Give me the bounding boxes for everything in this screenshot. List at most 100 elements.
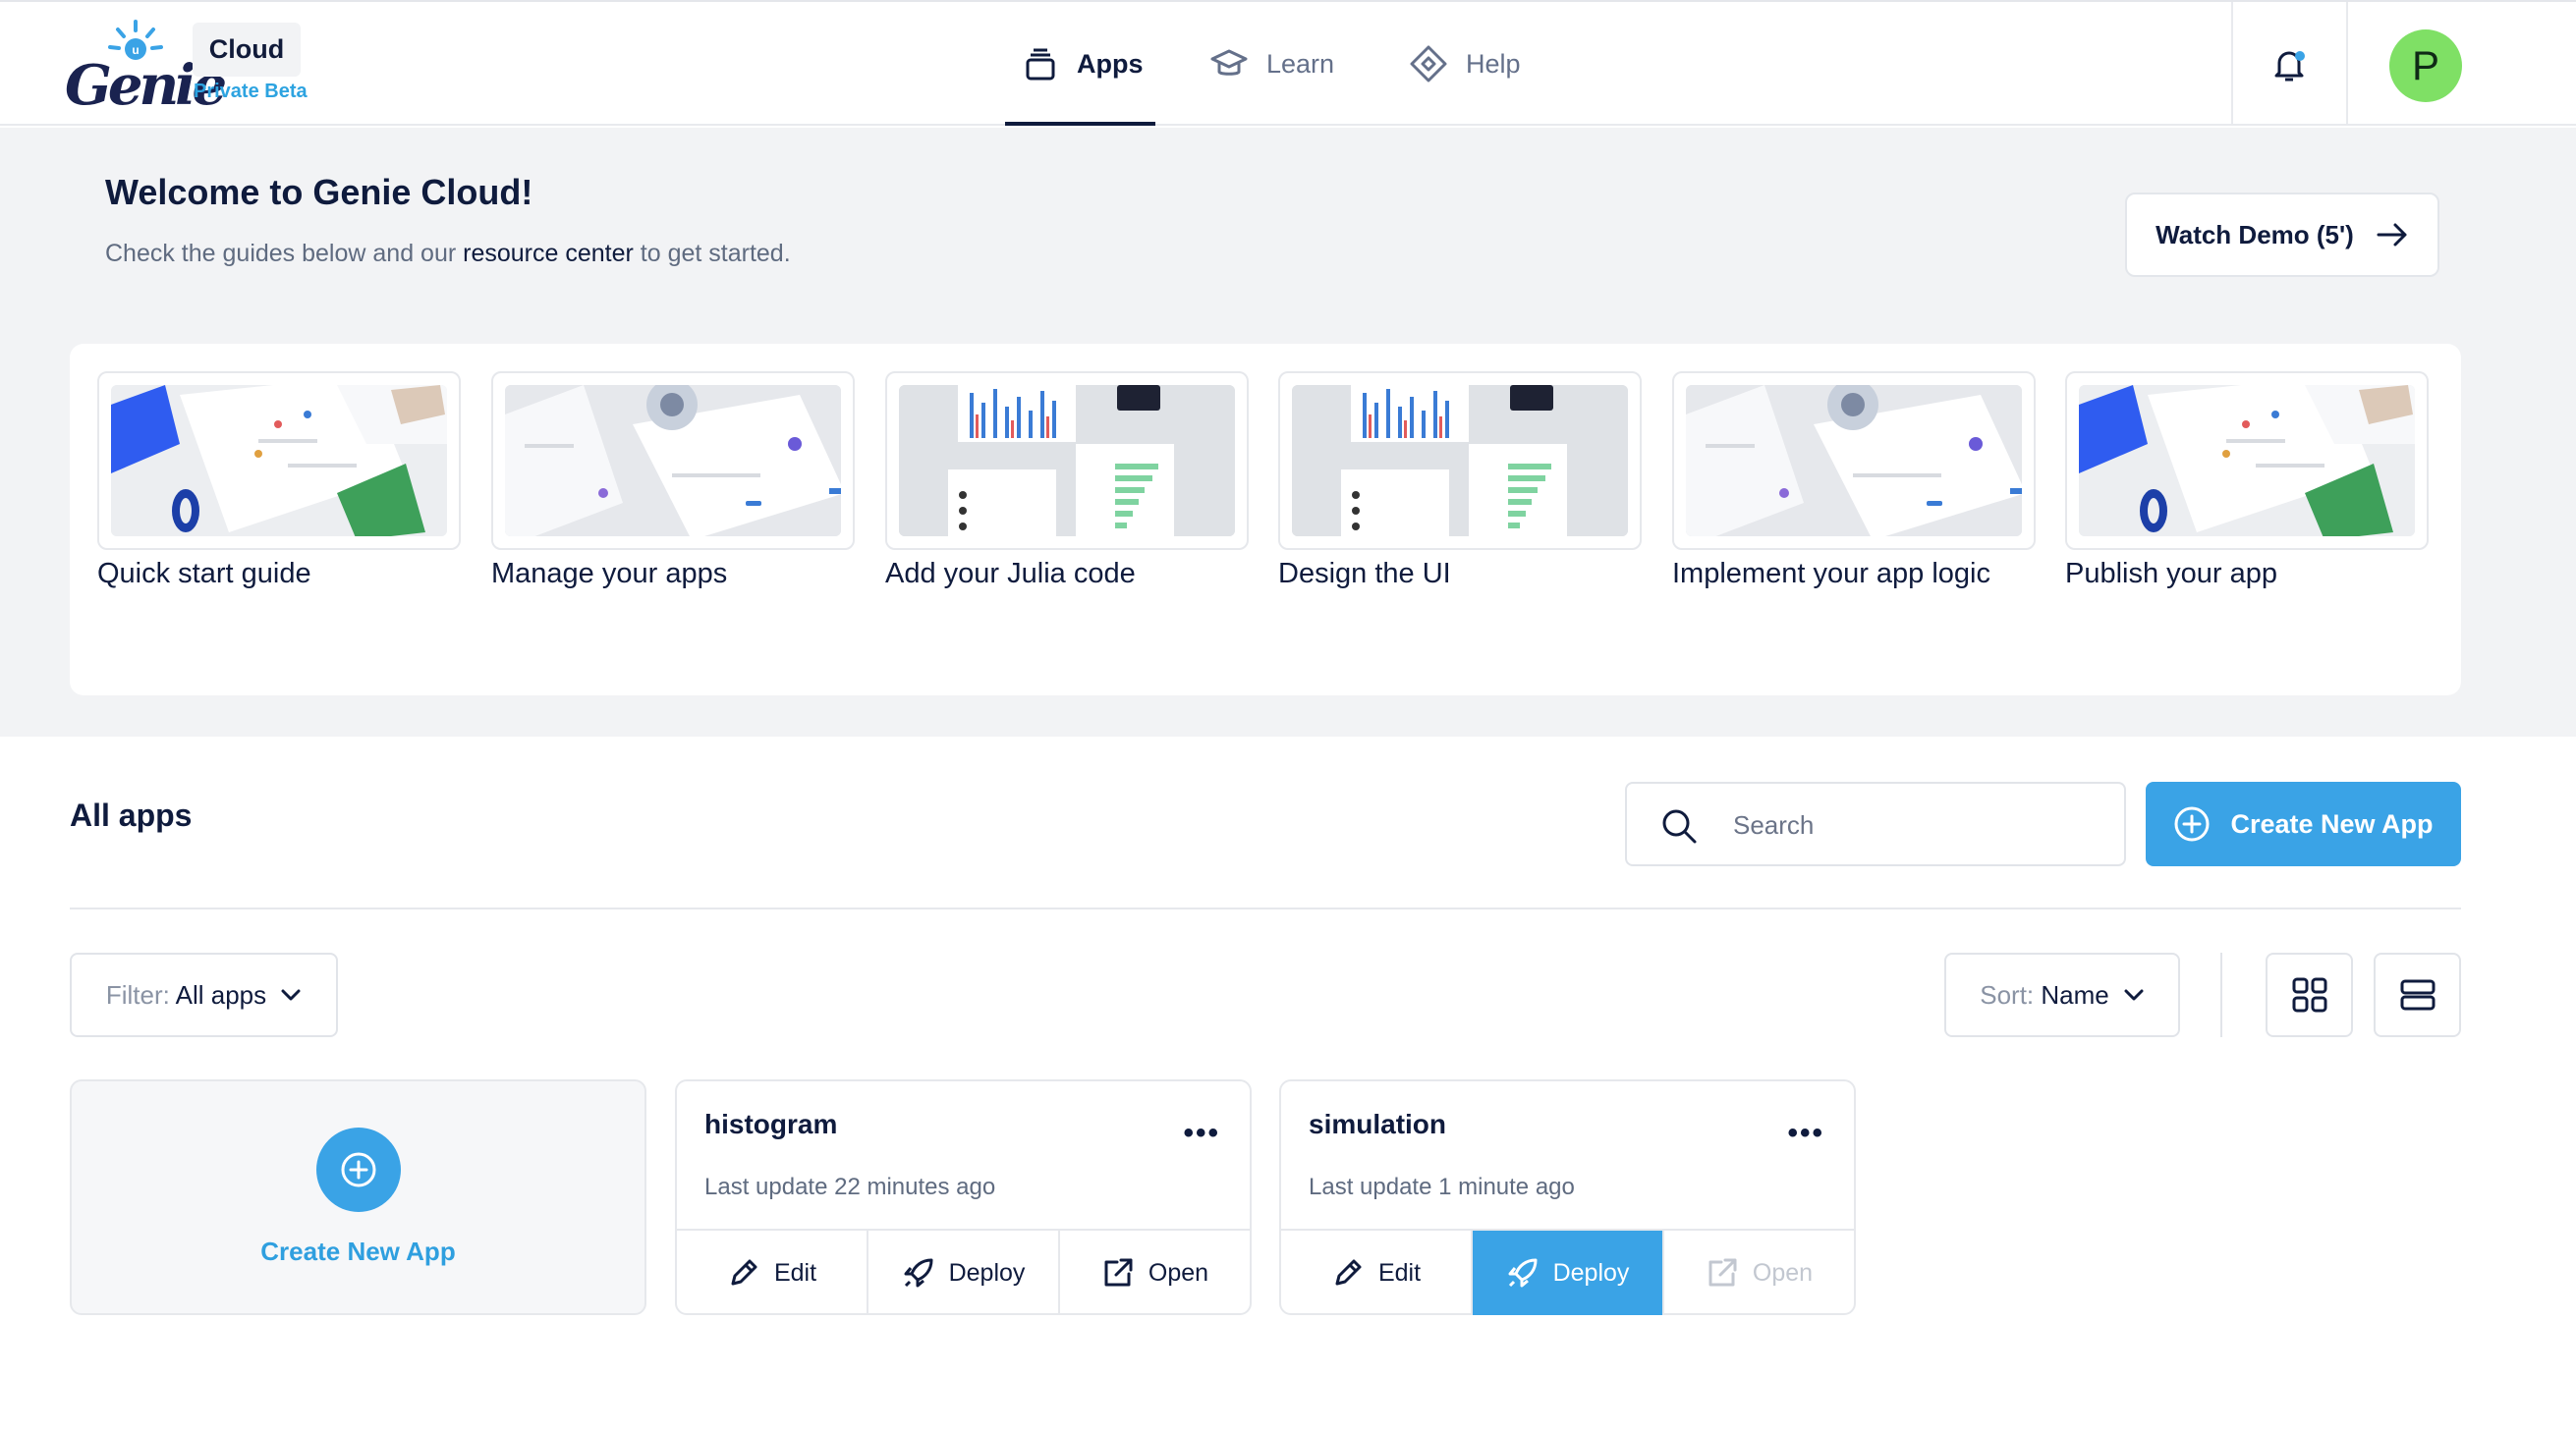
plus-circle-icon xyxy=(2174,806,2210,842)
bell-icon[interactable] xyxy=(2269,45,2309,84)
open-label: Open xyxy=(1148,1258,1209,1287)
guides-panel: Quick start guide Manage your apps Add y… xyxy=(70,344,2461,695)
guide-thumbnail xyxy=(885,371,1249,550)
beta-label: Private Beta xyxy=(194,81,308,102)
more-options-icon[interactable]: ••• xyxy=(1787,1117,1824,1150)
nav-learn-label: Learn xyxy=(1266,48,1335,79)
arrow-right-icon xyxy=(2377,223,2407,247)
nav-learn[interactable]: Learn xyxy=(1209,2,1334,126)
open-button[interactable]: Open xyxy=(1060,1231,1250,1315)
divider xyxy=(70,908,2461,909)
app-card-simulation: simulation ••• Last update 1 minute ago … xyxy=(1279,1079,1856,1315)
list-icon xyxy=(2400,979,2435,1011)
chevron-down-icon xyxy=(281,989,301,1001)
create-new-app-label: Create New App xyxy=(2230,808,2434,839)
guide-thumbnail xyxy=(2065,371,2429,550)
deploy-label: Deploy xyxy=(1552,1258,1630,1287)
guide-card-design-ui[interactable]: Design the UI xyxy=(1278,371,1642,590)
nav-apps-label: Apps xyxy=(1077,48,1144,79)
chevron-down-icon xyxy=(2124,989,2144,1001)
external-link-icon xyxy=(1104,1258,1133,1287)
guide-label: Implement your app logic xyxy=(1672,558,1990,589)
search-icon xyxy=(1662,809,1697,844)
divider xyxy=(2346,2,2348,126)
nav-help-label: Help xyxy=(1466,48,1521,79)
sort-value: Name xyxy=(2041,979,2109,1010)
watch-demo-button[interactable]: Watch Demo (5') xyxy=(2125,193,2439,277)
divider xyxy=(2220,953,2222,1037)
collage-illustration xyxy=(111,385,447,536)
dashboard-illustration xyxy=(1292,385,1628,536)
filter-value: All apps xyxy=(175,979,267,1010)
app-card-histogram: histogram ••• Last update 22 minutes ago… xyxy=(675,1079,1252,1315)
collage-illustration xyxy=(505,385,841,536)
deploy-button[interactable]: Deploy xyxy=(868,1231,1060,1315)
deploy-button[interactable]: Deploy xyxy=(1473,1231,1664,1315)
external-link-icon xyxy=(1708,1258,1737,1287)
guide-label: Manage your apps xyxy=(491,558,728,589)
deploy-label: Deploy xyxy=(948,1258,1026,1287)
dashboard-illustration xyxy=(899,385,1235,536)
rocket-icon xyxy=(1508,1258,1538,1288)
welcome-subtitle-text-end: to get started. xyxy=(633,240,791,267)
search-input[interactable] xyxy=(1733,803,2106,847)
create-new-app-card[interactable]: Create New App xyxy=(70,1079,646,1315)
plus-circle xyxy=(316,1128,401,1212)
app-actions: Edit Deploy Open xyxy=(1281,1229,1854,1315)
guide-label: Design the UI xyxy=(1278,558,1451,589)
app-last-update: Last update 1 minute ago xyxy=(1309,1174,1575,1200)
resource-center-link[interactable]: resource center xyxy=(463,240,634,267)
guide-label: Quick start guide xyxy=(97,558,311,589)
guide-card-julia-code[interactable]: Add your Julia code xyxy=(885,371,1249,590)
edit-button[interactable]: Edit xyxy=(677,1231,868,1315)
guide-card-quick-start[interactable]: Quick start guide xyxy=(97,371,461,590)
edit-label: Edit xyxy=(773,1258,817,1287)
create-new-app-card-label: Create New App xyxy=(260,1237,456,1266)
app-name: simulation xyxy=(1309,1109,1447,1139)
welcome-subtitle-text: Check the guides below and our xyxy=(105,240,464,267)
divider xyxy=(2231,2,2233,126)
avatar[interactable]: P xyxy=(2389,29,2462,102)
filter-dropdown[interactable]: Filter: All apps xyxy=(70,953,338,1037)
active-tab-indicator xyxy=(1005,122,1155,126)
graduation-cap-icon xyxy=(1210,49,1248,76)
top-nav-bar: u Genie Cloud Private Beta Apps Learn He… xyxy=(0,0,2576,126)
edit-label: Edit xyxy=(1377,1258,1422,1287)
rocket-icon xyxy=(904,1258,933,1288)
guide-thumbnail xyxy=(1672,371,2036,550)
grid-view-button[interactable] xyxy=(2266,953,2353,1037)
app-actions: Edit Deploy Open xyxy=(677,1229,1250,1315)
guide-card-publish[interactable]: Publish your app xyxy=(2065,371,2429,590)
pencil-icon xyxy=(731,1259,757,1286)
grid-icon xyxy=(2292,977,2326,1013)
pencil-icon xyxy=(1335,1259,1362,1286)
filter-prefix: Filter: xyxy=(105,979,170,1010)
genie-logo[interactable]: u Genie xyxy=(65,20,227,118)
guide-label: Publish your app xyxy=(2065,558,2278,589)
list-view-button[interactable] xyxy=(2374,953,2461,1037)
nav-help[interactable]: Help xyxy=(1409,2,1521,126)
guide-card-app-logic[interactable]: Implement your app logic xyxy=(1672,371,2036,590)
open-label: Open xyxy=(1752,1258,1814,1287)
create-new-app-button[interactable]: Create New App xyxy=(2146,782,2461,866)
sort-dropdown[interactable]: Sort: Name xyxy=(1944,953,2180,1037)
sort-prefix: Sort: xyxy=(1980,979,2035,1010)
guide-thumbnail xyxy=(1278,371,1642,550)
edit-button[interactable]: Edit xyxy=(1281,1231,1473,1315)
guide-thumbnail xyxy=(491,371,855,550)
welcome-title: Welcome to Genie Cloud! xyxy=(105,172,533,212)
product-name: Cloud xyxy=(193,23,301,77)
search-box[interactable] xyxy=(1625,782,2126,866)
guide-card-manage-apps[interactable]: Manage your apps xyxy=(491,371,855,590)
guide-thumbnail xyxy=(97,371,461,550)
plus-circle-icon xyxy=(341,1152,376,1187)
diamond-help-icon xyxy=(1410,45,1447,83)
nav-apps[interactable]: Apps xyxy=(1022,2,1144,126)
watch-demo-label: Watch Demo (5') xyxy=(2156,219,2354,249)
collage-illustration xyxy=(1686,385,2022,536)
guide-label: Add your Julia code xyxy=(885,558,1136,589)
open-button[interactable]: Open xyxy=(1664,1231,1854,1315)
more-options-icon[interactable]: ••• xyxy=(1183,1117,1220,1150)
section-title: All apps xyxy=(70,798,193,833)
welcome-subtitle: Check the guides below and our resource … xyxy=(105,240,791,268)
